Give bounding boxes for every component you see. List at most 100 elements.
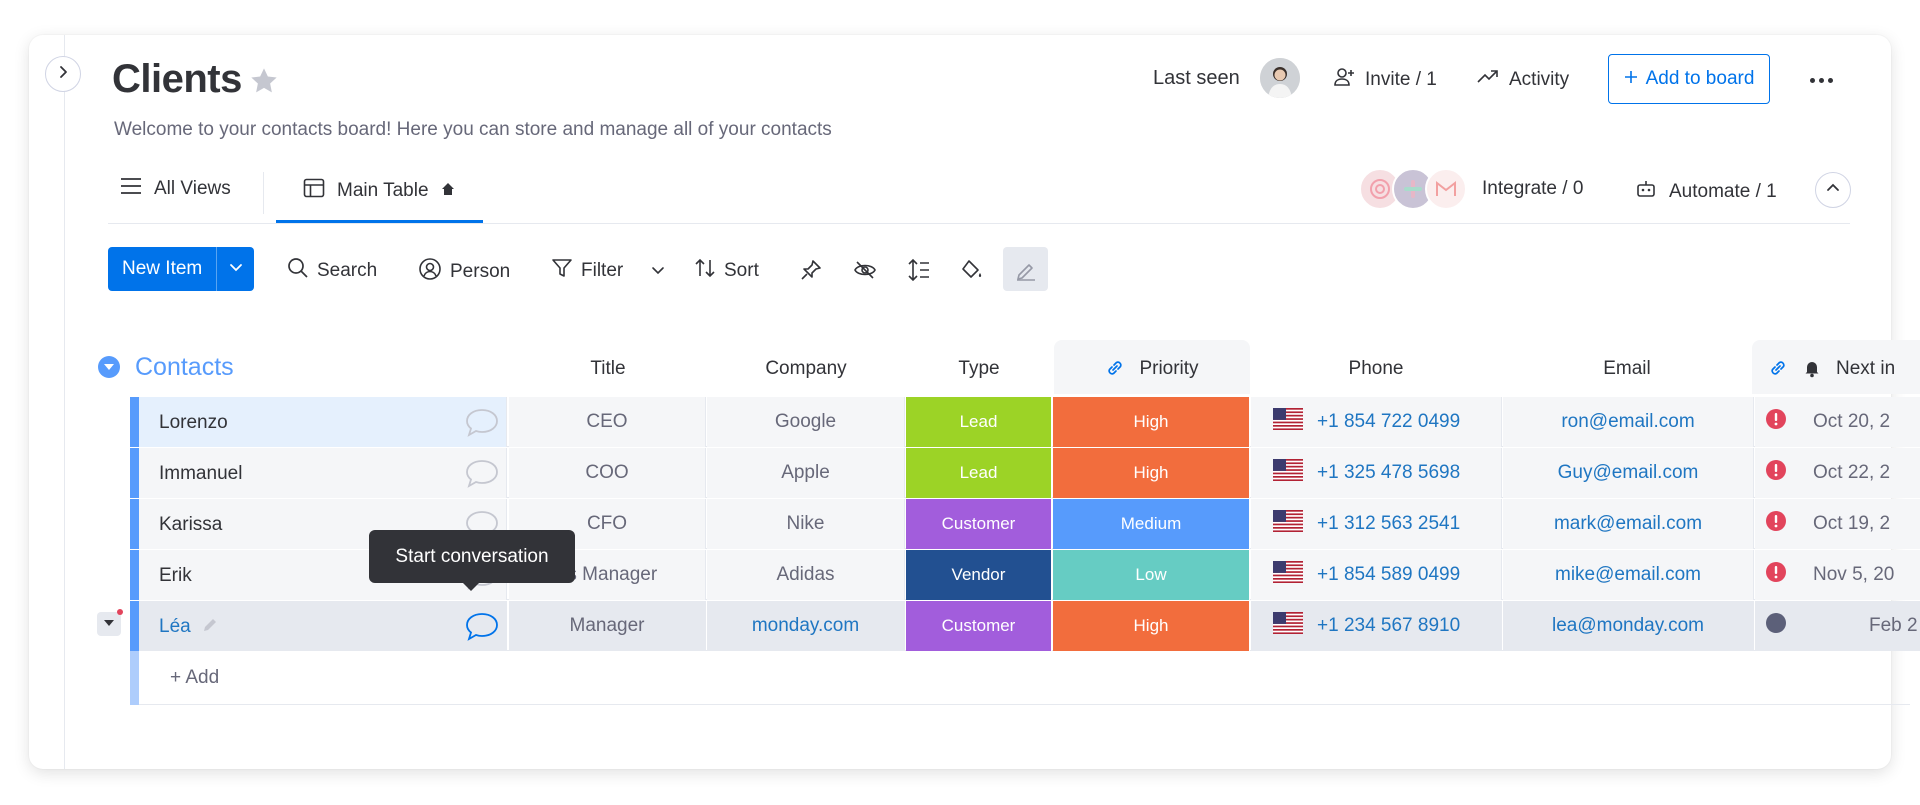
caret-down-icon: [103, 615, 115, 633]
person-filter-button[interactable]: Person: [418, 257, 510, 287]
sidebar-toggle-button[interactable]: [45, 56, 81, 92]
phone-cell[interactable]: +1 325 478 5698: [1251, 448, 1502, 498]
page-title[interactable]: Clients: [112, 57, 242, 102]
integration-icons[interactable]: [1359, 166, 1467, 212]
tab-all-views[interactable]: All Views: [120, 177, 231, 201]
alert-icon: [1765, 459, 1787, 487]
company-cell[interactable]: Nike: [707, 499, 905, 549]
us-flag-icon: [1273, 612, 1303, 640]
priority-status-cell[interactable]: Low: [1053, 550, 1250, 600]
email-cell[interactable]: mike@email.com: [1503, 550, 1754, 600]
phone-cell[interactable]: +1 234 567 8910: [1251, 601, 1502, 651]
edit-pencil-icon[interactable]: [201, 616, 219, 639]
table-row[interactable]: Immanuel COO Apple Lead High +1 325 478 …: [130, 448, 1920, 498]
conversation-icon[interactable]: [464, 458, 500, 495]
item-name[interactable]: Karissa: [159, 514, 222, 536]
group-collapse-icon[interactable]: [98, 356, 120, 378]
row-height-icon[interactable]: [906, 257, 932, 283]
link-icon: [1768, 358, 1788, 384]
search-button[interactable]: Search: [287, 257, 377, 285]
filter-dropdown-chevron-icon[interactable]: [645, 257, 671, 283]
group-color-stripe: [130, 397, 139, 447]
automate-button[interactable]: Automate / 1: [1635, 178, 1777, 206]
date-cell[interactable]: Oct 19, 2: [1755, 499, 1920, 549]
chevron-down-icon: [229, 260, 243, 279]
group-color-stripe: [130, 651, 139, 705]
column-header-next[interactable]: Next in: [1768, 358, 1920, 384]
email-cell[interactable]: mark@email.com: [1503, 499, 1754, 549]
paint-bucket-icon[interactable]: [959, 257, 985, 283]
alert-icon: [1765, 561, 1787, 589]
phone-cell[interactable]: +1 854 589 0499: [1251, 550, 1502, 600]
email-cell[interactable]: Guy@email.com: [1503, 448, 1754, 498]
phone-cell[interactable]: +1 854 722 0499: [1251, 397, 1502, 447]
new-item-dropdown[interactable]: [216, 247, 255, 291]
date-cell[interactable]: Oct 22, 2: [1755, 448, 1920, 498]
item-name[interactable]: Immanuel: [159, 463, 242, 485]
integrate-button[interactable]: Integrate / 0: [1482, 178, 1583, 200]
pen-icon[interactable]: [1013, 257, 1039, 283]
title-cell[interactable]: Manager: [509, 601, 706, 651]
email-cell[interactable]: lea@monday.com: [1503, 601, 1754, 651]
row-menu-button[interactable]: [97, 612, 121, 636]
item-name[interactable]: Léa: [159, 616, 191, 638]
type-status-cell[interactable]: Vendor: [906, 550, 1052, 600]
priority-status-cell[interactable]: High: [1053, 448, 1250, 498]
collapse-header-button[interactable]: [1815, 172, 1851, 208]
type-status-cell[interactable]: Customer: [906, 499, 1052, 549]
add-to-board-button[interactable]: Add to board: [1608, 54, 1770, 104]
email-cell[interactable]: ron@email.com: [1503, 397, 1754, 447]
tab-main-table[interactable]: Main Table: [303, 177, 455, 205]
column-header-phone[interactable]: Phone: [1251, 358, 1501, 380]
company-cell[interactable]: monday.com: [707, 601, 905, 651]
type-status-cell[interactable]: Customer: [906, 601, 1052, 651]
search-icon: [287, 257, 309, 285]
gmail-icon: [1425, 168, 1467, 210]
company-cell[interactable]: Google: [707, 397, 905, 447]
item-name[interactable]: Erik: [159, 565, 192, 587]
chevron-right-icon: [56, 65, 70, 84]
home-icon: [441, 180, 455, 202]
sort-button[interactable]: Sort: [694, 257, 759, 285]
filter-button[interactable]: Filter: [551, 257, 623, 285]
type-status-cell[interactable]: Lead: [906, 448, 1052, 498]
conversation-icon[interactable]: [464, 407, 500, 444]
star-icon[interactable]: [248, 65, 280, 102]
column-header-company[interactable]: Company: [707, 358, 905, 380]
column-header-title[interactable]: Title: [510, 358, 706, 380]
company-cell[interactable]: Apple: [707, 448, 905, 498]
invite-button[interactable]: Invite / 1: [1332, 65, 1437, 95]
item-name-cell[interactable]: Immanuel: [139, 448, 507, 498]
table-row[interactable]: Léa Manager monday.com Customer High +1 …: [130, 601, 1920, 651]
title-cell[interactable]: CEO: [509, 397, 706, 447]
us-flag-icon: [1273, 459, 1303, 487]
priority-status-cell[interactable]: Medium: [1053, 499, 1250, 549]
conversation-icon[interactable]: [464, 611, 500, 648]
add-item-row[interactable]: + Add: [130, 651, 1910, 705]
priority-status-cell[interactable]: High: [1053, 601, 1250, 651]
pin-icon[interactable]: [798, 257, 824, 283]
table-row[interactable]: Lorenzo CEO Google Lead High +1 854 722 …: [130, 397, 1920, 447]
more-options-icon[interactable]: [1810, 78, 1833, 83]
column-header-type[interactable]: Type: [906, 358, 1052, 380]
date-cell[interactable]: Oct 20, 2: [1755, 397, 1920, 447]
trend-icon: [1476, 65, 1500, 95]
title-cell[interactable]: COO: [509, 448, 706, 498]
date-cell[interactable]: Nov 5, 20: [1755, 550, 1920, 600]
activity-button[interactable]: Activity: [1476, 65, 1569, 95]
column-header-priority[interactable]: Priority: [1054, 358, 1250, 384]
column-header-email[interactable]: Email: [1502, 358, 1752, 380]
item-name-cell[interactable]: Lorenzo: [139, 397, 507, 447]
new-item-button[interactable]: New Item: [108, 247, 255, 291]
date-cell[interactable]: Feb 2: [1755, 601, 1920, 651]
board-description[interactable]: Welcome to your contacts board! Here you…: [114, 119, 832, 141]
priority-status-cell[interactable]: High: [1053, 397, 1250, 447]
phone-cell[interactable]: +1 312 563 2541: [1251, 499, 1502, 549]
item-name[interactable]: Lorenzo: [159, 412, 228, 434]
group-title[interactable]: Contacts: [135, 353, 234, 382]
avatar[interactable]: [1260, 58, 1300, 98]
company-cell[interactable]: Adidas: [707, 550, 905, 600]
item-name-cell[interactable]: Léa: [139, 601, 507, 651]
type-status-cell[interactable]: Lead: [906, 397, 1052, 447]
hide-icon[interactable]: [852, 257, 878, 283]
